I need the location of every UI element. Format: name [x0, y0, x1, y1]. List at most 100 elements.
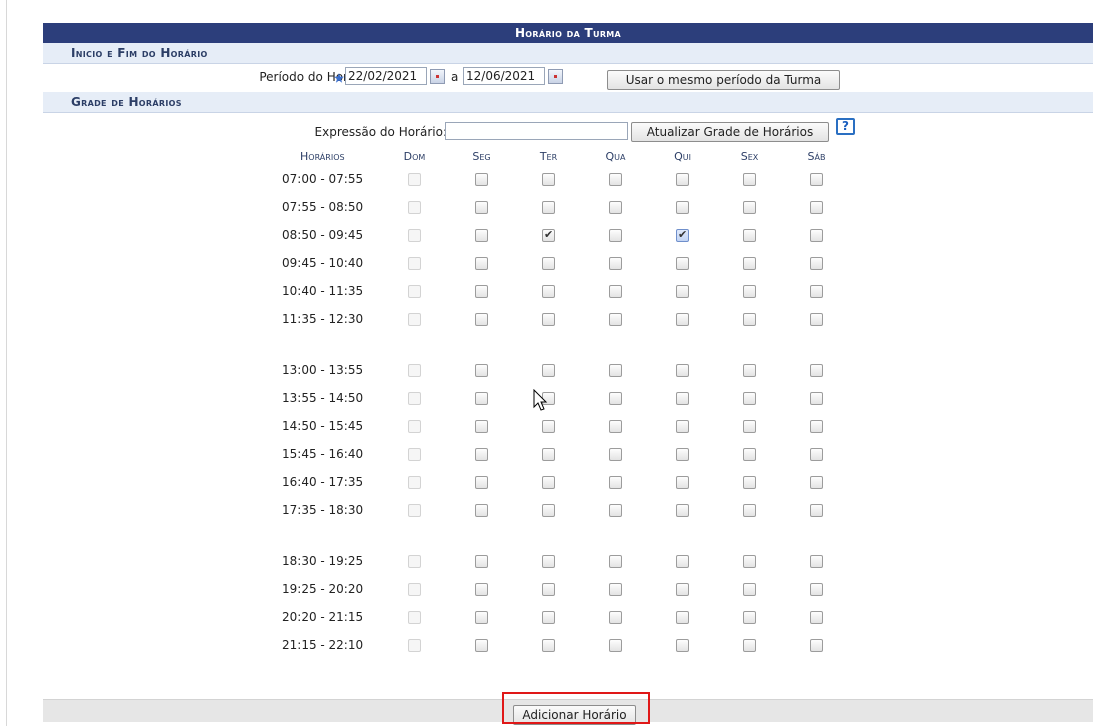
- slot-checkbox[interactable]: [810, 639, 823, 652]
- slot-checkbox[interactable]: [743, 555, 756, 568]
- slot-checkbox[interactable]: [475, 583, 488, 596]
- slot-checkbox[interactable]: [542, 639, 555, 652]
- slot-checkbox[interactable]: [475, 611, 488, 624]
- slot-checkbox[interactable]: [609, 504, 622, 517]
- help-icon[interactable]: ?: [836, 118, 855, 135]
- slot-checkbox[interactable]: [743, 420, 756, 433]
- slot-checkbox[interactable]: [676, 476, 689, 489]
- slot-checkbox[interactable]: [542, 257, 555, 270]
- slot-checkbox[interactable]: [475, 201, 488, 214]
- slot-checkbox[interactable]: [676, 555, 689, 568]
- slot-checkbox[interactable]: [743, 639, 756, 652]
- slot-checkbox[interactable]: [609, 313, 622, 326]
- slot-checkbox[interactable]: [542, 420, 555, 433]
- slot-checkbox[interactable]: [475, 229, 488, 242]
- slot-checkbox[interactable]: [743, 285, 756, 298]
- slot-checkbox[interactable]: [743, 257, 756, 270]
- slot-checkbox[interactable]: [810, 257, 823, 270]
- slot-checkbox[interactable]: [475, 285, 488, 298]
- data-fim-input[interactable]: [463, 67, 545, 85]
- slot-checkbox[interactable]: [609, 583, 622, 596]
- slot-checkbox[interactable]: [542, 555, 555, 568]
- slot-checkbox[interactable]: [810, 173, 823, 186]
- slot-checkbox[interactable]: [810, 448, 823, 461]
- atualizar-grade-button[interactable]: Atualizar Grade de Horários: [631, 122, 829, 142]
- slot-checkbox[interactable]: [609, 420, 622, 433]
- slot-checkbox[interactable]: [542, 173, 555, 186]
- slot-checkbox[interactable]: [810, 555, 823, 568]
- slot-checkbox[interactable]: [609, 285, 622, 298]
- slot-checkbox[interactable]: [676, 228, 689, 242]
- slot-checkbox[interactable]: [542, 448, 555, 461]
- slot-checkbox[interactable]: [542, 285, 555, 298]
- slot-checkbox[interactable]: [475, 555, 488, 568]
- slot-checkbox[interactable]: [676, 420, 689, 433]
- slot-checkbox[interactable]: [810, 364, 823, 377]
- slot-checkbox[interactable]: [475, 420, 488, 433]
- slot-checkbox[interactable]: [609, 364, 622, 377]
- slot-checkbox[interactable]: [609, 555, 622, 568]
- slot-checkbox[interactable]: [810, 392, 823, 405]
- slot-checkbox[interactable]: [743, 476, 756, 489]
- slot-checkbox[interactable]: [810, 476, 823, 489]
- data-inicio-input[interactable]: [345, 67, 427, 85]
- slot-checkbox[interactable]: [810, 583, 823, 596]
- slot-checkbox[interactable]: [609, 639, 622, 652]
- slot-checkbox[interactable]: [676, 173, 689, 186]
- slot-checkbox[interactable]: [475, 313, 488, 326]
- slot-checkbox[interactable]: [810, 504, 823, 517]
- slot-checkbox[interactable]: [810, 201, 823, 214]
- expressao-input[interactable]: [445, 122, 628, 140]
- slot-checkbox[interactable]: [676, 285, 689, 298]
- slot-checkbox[interactable]: [475, 173, 488, 186]
- slot-checkbox[interactable]: [676, 611, 689, 624]
- slot-checkbox[interactable]: [542, 583, 555, 596]
- slot-checkbox[interactable]: [676, 639, 689, 652]
- slot-checkbox[interactable]: [609, 229, 622, 242]
- slot-checkbox[interactable]: [475, 392, 488, 405]
- slot-checkbox[interactable]: [542, 476, 555, 489]
- slot-checkbox[interactable]: [475, 639, 488, 652]
- slot-checkbox[interactable]: [743, 201, 756, 214]
- slot-checkbox[interactable]: [743, 173, 756, 186]
- slot-checkbox[interactable]: [475, 448, 488, 461]
- slot-checkbox[interactable]: [542, 611, 555, 624]
- slot-checkbox[interactable]: [810, 285, 823, 298]
- slot-checkbox[interactable]: [676, 583, 689, 596]
- slot-checkbox[interactable]: [743, 504, 756, 517]
- slot-checkbox[interactable]: [743, 392, 756, 405]
- calendar-inicio-icon[interactable]: [430, 69, 445, 84]
- usar-mesmo-periodo-button[interactable]: Usar o mesmo período da Turma: [607, 70, 840, 90]
- slot-checkbox[interactable]: [609, 476, 622, 489]
- slot-checkbox[interactable]: [676, 448, 689, 461]
- slot-checkbox[interactable]: [609, 201, 622, 214]
- slot-checkbox[interactable]: [743, 364, 756, 377]
- slot-checkbox[interactable]: [743, 611, 756, 624]
- slot-checkbox[interactable]: [743, 313, 756, 326]
- slot-checkbox[interactable]: [609, 173, 622, 186]
- slot-checkbox[interactable]: [609, 611, 622, 624]
- slot-checkbox[interactable]: [676, 201, 689, 214]
- slot-checkbox[interactable]: [475, 364, 488, 377]
- slot-checkbox[interactable]: [475, 257, 488, 270]
- slot-checkbox[interactable]: [743, 583, 756, 596]
- slot-checkbox[interactable]: [743, 229, 756, 242]
- slot-checkbox[interactable]: [609, 392, 622, 405]
- slot-checkbox[interactable]: [810, 420, 823, 433]
- slot-checkbox[interactable]: [542, 228, 555, 242]
- slot-checkbox[interactable]: [542, 364, 555, 377]
- slot-checkbox[interactable]: [743, 448, 756, 461]
- slot-checkbox[interactable]: [810, 229, 823, 242]
- slot-checkbox[interactable]: [542, 313, 555, 326]
- slot-checkbox[interactable]: [609, 257, 622, 270]
- slot-checkbox[interactable]: [676, 257, 689, 270]
- slot-checkbox[interactable]: [810, 313, 823, 326]
- slot-checkbox[interactable]: [542, 201, 555, 214]
- slot-checkbox[interactable]: [475, 476, 488, 489]
- slot-checkbox[interactable]: [810, 611, 823, 624]
- slot-checkbox[interactable]: [676, 392, 689, 405]
- slot-checkbox[interactable]: [676, 364, 689, 377]
- slot-checkbox[interactable]: [542, 504, 555, 517]
- slot-checkbox[interactable]: [475, 504, 488, 517]
- slot-checkbox[interactable]: [609, 448, 622, 461]
